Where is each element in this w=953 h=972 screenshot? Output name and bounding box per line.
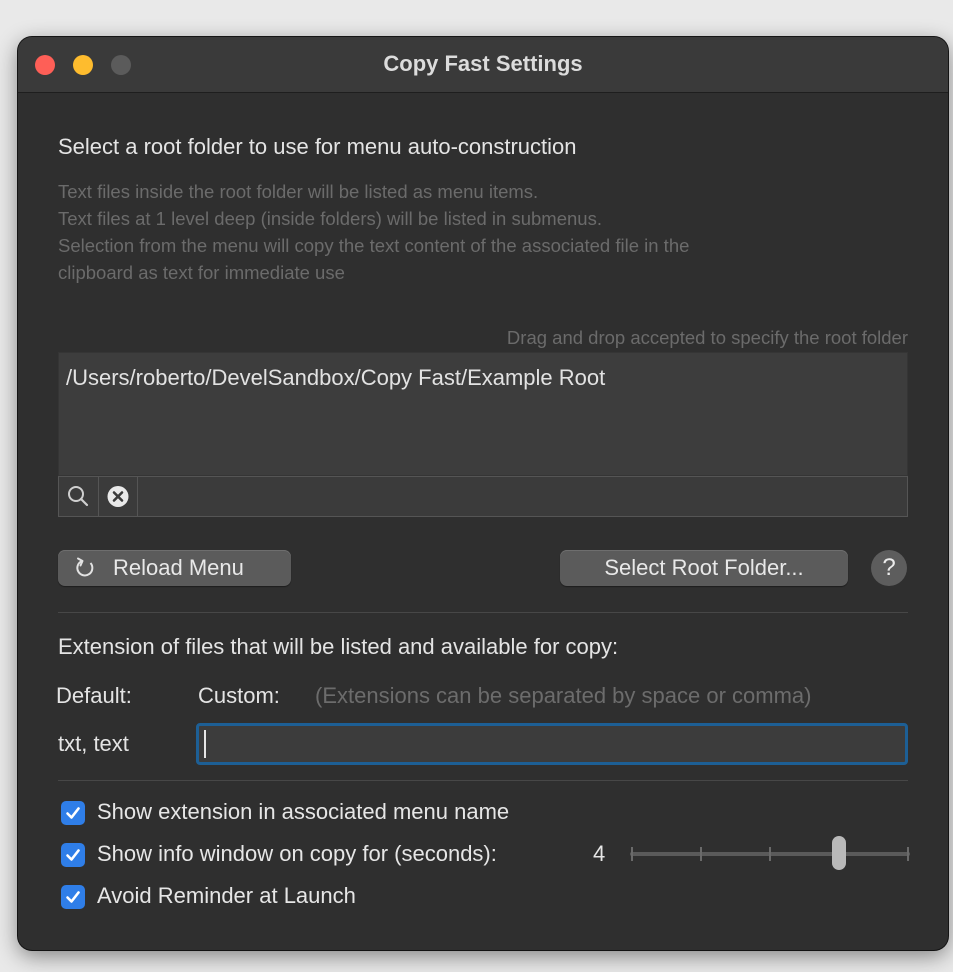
custom-label: Custom: bbox=[198, 683, 280, 708]
root-folder-path: /Users/roberto/DevelSandbox/Copy Fast/Ex… bbox=[66, 365, 606, 390]
avoid-reminder-checkbox[interactable] bbox=[61, 885, 85, 909]
default-extensions-value: txt, text bbox=[58, 731, 129, 756]
description-line: Selection from the menu will copy the te… bbox=[58, 235, 690, 256]
show-info-window-label: Show info window on copy for (seconds): bbox=[97, 841, 497, 866]
options-divider bbox=[58, 780, 908, 781]
show-extension-label: Show extension in associated menu name bbox=[97, 799, 510, 824]
root-folder-path-box[interactable]: /Users/roberto/DevelSandbox/Copy Fast/Ex… bbox=[58, 352, 908, 476]
reload-menu-label: Reload Menu bbox=[113, 555, 244, 580]
clear-button[interactable] bbox=[99, 477, 138, 516]
show-info-window-checkbox[interactable] bbox=[61, 843, 85, 867]
description-line: Text files at 1 level deep (inside folde… bbox=[58, 208, 602, 229]
checkmark-icon bbox=[66, 891, 80, 903]
custom-extensions-input[interactable] bbox=[196, 723, 908, 765]
help-button[interactable]: ? bbox=[871, 550, 907, 586]
default-label: Default: bbox=[56, 683, 132, 708]
clear-icon bbox=[107, 486, 129, 507]
checkmark-icon bbox=[66, 807, 80, 819]
window-title: Copy Fast Settings bbox=[383, 51, 583, 76]
info-seconds-slider[interactable] bbox=[628, 834, 912, 874]
text-caret bbox=[204, 730, 206, 758]
reload-menu-button[interactable]: Reload Menu bbox=[58, 550, 291, 586]
settings-window: Copy Fast Settings Select a root folder … bbox=[18, 37, 948, 950]
info-seconds-value: 4 bbox=[593, 841, 606, 866]
slider-knob[interactable] bbox=[832, 836, 846, 870]
path-control-bar bbox=[58, 476, 908, 517]
custom-hint: (Extensions can be separated by space or… bbox=[315, 683, 812, 708]
section-divider bbox=[58, 612, 908, 613]
search-button[interactable] bbox=[59, 477, 99, 516]
description-line: clipboard as text for immediate use bbox=[58, 262, 345, 283]
root-folder-description: Text files inside the root folder will b… bbox=[58, 178, 689, 286]
root-folder-heading: Select a root folder to use for menu aut… bbox=[58, 134, 577, 159]
extensions-heading: Extension of files that will be listed a… bbox=[58, 634, 619, 659]
description-line: Text files inside the root folder will b… bbox=[58, 181, 539, 202]
drag-drop-hint: Drag and drop accepted to specify the ro… bbox=[506, 327, 908, 348]
checkmark-icon bbox=[66, 849, 80, 861]
search-icon bbox=[68, 486, 89, 507]
show-extension-checkbox[interactable] bbox=[61, 801, 85, 825]
select-root-folder-button[interactable]: Select Root Folder... bbox=[560, 550, 848, 586]
reload-icon bbox=[76, 557, 94, 577]
title-bar: Copy Fast Settings bbox=[18, 37, 948, 93]
avoid-reminder-label: Avoid Reminder at Launch bbox=[97, 883, 356, 908]
